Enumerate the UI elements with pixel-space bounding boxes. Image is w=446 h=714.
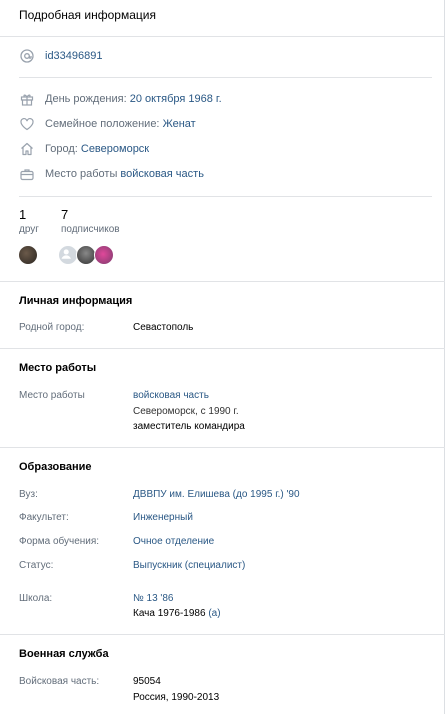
faculty-link[interactable]: Инженерный bbox=[133, 512, 193, 523]
hometown-value: Севастополь bbox=[133, 322, 194, 333]
divider bbox=[19, 196, 432, 197]
follower-avatar[interactable] bbox=[76, 245, 96, 265]
work-row: Место работы войсковая часть bbox=[19, 165, 204, 183]
counts-block: 1 друг 7 подписчиков bbox=[19, 207, 120, 235]
heart-icon bbox=[19, 116, 35, 132]
followers-counter[interactable]: 7 подписчиков bbox=[61, 207, 120, 235]
city-label: Город: bbox=[45, 143, 78, 155]
followers-label: подписчиков bbox=[60, 224, 120, 235]
panel-header: Подробная информация bbox=[0, 0, 444, 37]
divider bbox=[0, 281, 445, 282]
profile-details-panel: Подробная информация id33496891 День рож… bbox=[0, 0, 445, 714]
birthday-label: День рождения: bbox=[45, 93, 127, 105]
study-form-label: Форма обучения: bbox=[19, 536, 100, 547]
birthday-value-link[interactable]: 20 октября 1968 г. bbox=[130, 93, 222, 105]
work-place-label: Место работы bbox=[19, 390, 85, 401]
education-section-title: Образование bbox=[19, 461, 92, 473]
family-row: Семейное положение: Женат bbox=[19, 115, 196, 133]
university-link[interactable]: ДВВПУ им. Елишева (до 1995 г.) '90 bbox=[133, 489, 300, 500]
work-company-link[interactable]: войсковая часть bbox=[133, 390, 209, 401]
school-link[interactable]: № 13 '86 bbox=[133, 593, 173, 604]
hometown-label: Родной город: bbox=[19, 322, 85, 333]
school-detail-text: Кача 1976-1986 bbox=[133, 608, 206, 619]
follower-avatar[interactable] bbox=[94, 245, 114, 265]
friends-counter[interactable]: 1 друг bbox=[19, 207, 39, 235]
school-detail: Кача 1976-1986 (а) bbox=[133, 608, 221, 619]
panel-title: Подробная информация bbox=[19, 8, 156, 22]
city-value-link[interactable]: Североморск bbox=[81, 143, 149, 155]
status-link[interactable]: Выпускник (специалист) bbox=[133, 560, 245, 571]
work-value-link[interactable]: войсковая часть bbox=[120, 168, 204, 180]
status-label: Статус: bbox=[19, 560, 54, 571]
work-location: Североморск, с 1990 г. bbox=[133, 406, 239, 417]
gift-icon bbox=[19, 91, 35, 107]
university-label: Вуз: bbox=[19, 489, 38, 500]
home-icon bbox=[19, 141, 35, 157]
study-form-link[interactable]: Очное отделение bbox=[133, 536, 214, 547]
city-row: Город: Североморск bbox=[19, 140, 149, 158]
birthday-row: День рождения: 20 октября 1968 г. bbox=[19, 90, 222, 108]
work-section-title: Место работы bbox=[19, 362, 97, 374]
divider bbox=[0, 634, 445, 635]
followers-count: 7 bbox=[60, 207, 69, 222]
military-unit-label: Войсковая часть: bbox=[19, 676, 100, 687]
follower-avatar-placeholder[interactable] bbox=[58, 245, 78, 265]
military-section-title: Военная служба bbox=[19, 648, 109, 660]
friends-label: друг bbox=[19, 224, 39, 235]
profile-id-link[interactable]: id33496891 bbox=[45, 50, 103, 62]
at-sign-icon bbox=[19, 48, 35, 64]
divider bbox=[0, 348, 445, 349]
friend-avatar[interactable] bbox=[18, 245, 38, 265]
divider bbox=[0, 447, 445, 448]
military-unit-value: 95054 bbox=[133, 676, 161, 687]
faculty-label: Факультет: bbox=[19, 512, 69, 523]
work-label: Место работы bbox=[45, 168, 118, 180]
military-period: Россия, 1990-2013 bbox=[133, 692, 220, 703]
family-value-link[interactable]: Женат bbox=[163, 118, 196, 130]
work-position: заместитель командира bbox=[133, 421, 245, 432]
school-label: Школа: bbox=[19, 593, 53, 604]
family-label: Семейное положение: bbox=[45, 118, 160, 130]
divider bbox=[19, 77, 432, 78]
personal-section-title: Личная информация bbox=[19, 295, 133, 307]
briefcase-icon bbox=[19, 166, 35, 182]
friends-count: 1 bbox=[19, 207, 27, 222]
id-row: id33496891 bbox=[19, 47, 103, 65]
school-class-link[interactable]: (а) bbox=[208, 608, 220, 619]
